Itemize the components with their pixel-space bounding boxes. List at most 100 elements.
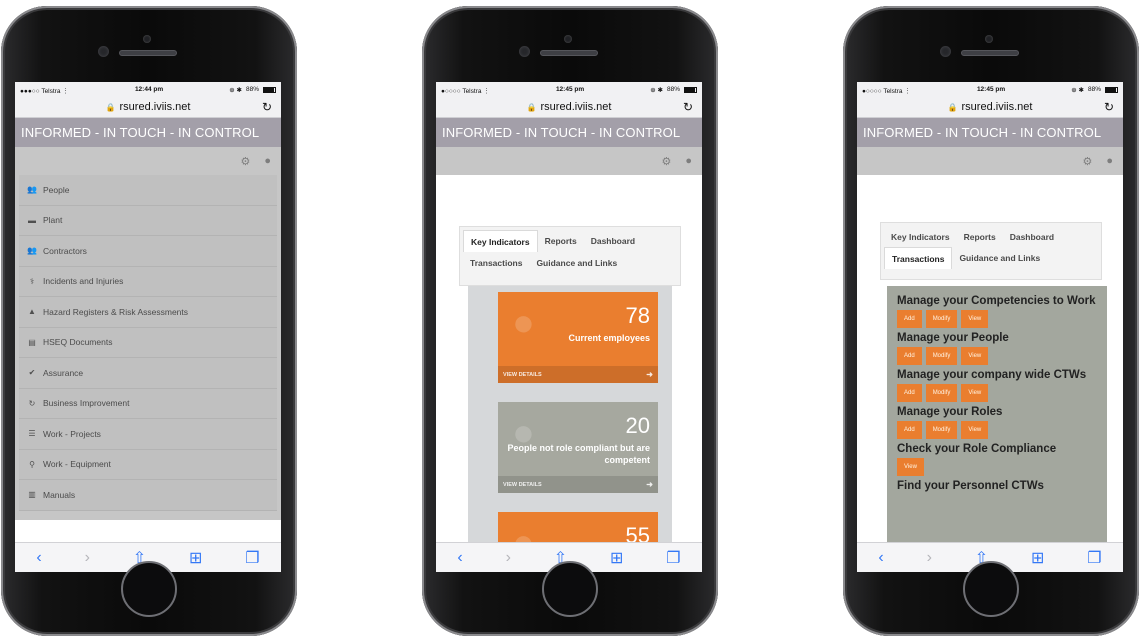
transaction-title: Manage your Competencies to Work xyxy=(897,295,1096,307)
transaction-title: Find your Personnel CTWs xyxy=(897,480,1044,492)
tab-transactions[interactable]: Transactions xyxy=(463,252,529,273)
tab-reports[interactable]: Reports xyxy=(957,226,1003,247)
menu-item[interactable]: 👥 People xyxy=(19,175,277,206)
menu-item-label: Hazard Registers & Risk Assessments xyxy=(43,306,189,317)
add-button[interactable]: Add xyxy=(897,421,922,439)
menu-item[interactable]: ▥ Manuals xyxy=(19,480,277,511)
menu-item[interactable]: ▬ Plant xyxy=(19,205,277,236)
battery-icon xyxy=(263,86,276,93)
app-banner: INFORMED - IN TOUCH - IN CONTROL xyxy=(15,118,281,147)
clock: 12:45 pm xyxy=(976,86,1006,93)
battery-icon xyxy=(684,86,697,93)
tab-reports[interactable]: Reports xyxy=(538,230,584,252)
bookmarks-icon[interactable]: ⊞ xyxy=(1031,548,1044,568)
tab-transactions[interactable]: Transactions xyxy=(884,247,953,269)
settings-icon[interactable]: ⚙ xyxy=(1082,155,1092,168)
bluetooth-icon: ⊕ ✱ xyxy=(650,86,663,94)
kpi-card[interactable]: ● 78 Current employees VIEW DETAILS ➜ xyxy=(498,292,658,383)
lock-icon: 🔒 xyxy=(526,102,537,112)
kpi-card[interactable]: ● 20 People not role compliant but are com… xyxy=(498,402,658,493)
tab-dashboard[interactable]: Dashboard xyxy=(1003,226,1061,247)
status-right: ⊕ ✱ 88% xyxy=(1071,86,1118,94)
user-icon[interactable]: ● xyxy=(1106,155,1113,167)
tabs-icon[interactable]: ❐ xyxy=(245,548,259,568)
menu-item-label: Plant xyxy=(43,215,63,226)
refresh-icon: ↻ xyxy=(28,398,36,408)
user-icon[interactable]: ● xyxy=(264,155,271,167)
forward-icon[interactable]: › xyxy=(506,549,511,567)
transaction-actions: Add Modify View xyxy=(897,384,1104,402)
reload-icon[interactable]: ↻ xyxy=(1104,100,1114,114)
main-menu: 👥 People ▬ Plant 👥 Contractors ⚕ Incidents and … xyxy=(15,175,281,520)
home-button[interactable] xyxy=(963,561,1019,617)
add-button[interactable]: Add xyxy=(897,347,922,365)
tab-dashboard[interactable]: Dashboard xyxy=(584,230,642,252)
tab-row-1: Key Indicators Reports Dashboard xyxy=(463,230,680,252)
settings-icon[interactable]: ⚙ xyxy=(661,155,671,168)
transaction-actions: Add Modify View xyxy=(897,347,1104,365)
view-details-link[interactable]: VIEW DETAILS ➜ xyxy=(498,366,658,383)
modify-button[interactable]: Modify xyxy=(925,310,958,328)
modify-button[interactable]: Modify xyxy=(925,347,958,365)
address-bar[interactable]: 🔒 rsured.iviis.net ↻ xyxy=(15,97,281,118)
tabs-icon[interactable]: ❐ xyxy=(1087,548,1101,568)
user-icon[interactable]: ● xyxy=(685,155,692,167)
tab-row-2: Transactions Guidance and Links xyxy=(884,247,1101,269)
bookmarks-icon[interactable]: ⊞ xyxy=(610,548,623,568)
view-button[interactable]: View xyxy=(897,458,924,476)
key-indicators-panel: ● 78 Current employees VIEW DETAILS ➜ ● 20 Peop… xyxy=(468,286,672,572)
menu-item[interactable]: ⚕ Incidents and Injuries xyxy=(19,266,277,297)
status-bar: ●○○○○ Telstra ︙ 12:45 pm ⊕ ✱ 88% xyxy=(436,82,702,97)
tab-key-indicators[interactable]: Key Indicators xyxy=(463,230,538,252)
address-bar[interactable]: 🔒 rsured.iviis.net ↻ xyxy=(436,97,702,118)
tab-guidance-and-links[interactable]: Guidance and Links xyxy=(529,252,624,273)
earpiece-speaker xyxy=(961,50,1019,56)
tab-row-2: Transactions Guidance and Links xyxy=(463,252,680,273)
view-button[interactable]: View xyxy=(961,384,989,402)
modify-button[interactable]: Modify xyxy=(925,421,958,439)
home-button[interactable] xyxy=(542,561,598,617)
add-button[interactable]: Add xyxy=(897,310,922,328)
battery-icon xyxy=(1105,86,1118,93)
lock-icon: 🔒 xyxy=(947,102,958,112)
back-icon[interactable]: ‹ xyxy=(878,549,883,567)
bookmarks-icon[interactable]: ⊞ xyxy=(189,548,202,568)
modify-button[interactable]: Modify xyxy=(925,384,958,402)
reload-icon[interactable]: ↻ xyxy=(683,100,693,114)
view-button[interactable]: View xyxy=(961,421,989,439)
address-bar[interactable]: 🔒 rsured.iviis.net ↻ xyxy=(857,97,1123,118)
add-button[interactable]: Add xyxy=(897,384,922,402)
kpi-label: People not role compliant but are compet… xyxy=(507,443,650,465)
status-bar: ●●●○○ Telstra ︙ 12:44 pm ⊕ ✱ 88% xyxy=(15,82,281,97)
menu-item[interactable]: ☰ Work - Projects xyxy=(19,419,277,450)
settings-icon[interactable]: ⚙ xyxy=(240,155,250,168)
menu-item[interactable]: ↻ Business Improvement xyxy=(19,388,277,419)
tab-key-indicators[interactable]: Key Indicators xyxy=(884,226,957,247)
menu-item[interactable]: ✔ Assurance xyxy=(19,358,277,389)
menu-item-label: Work - Equipment xyxy=(43,459,111,470)
menu-item[interactable]: ⚲ Work - Equipment xyxy=(19,449,277,480)
view-button[interactable]: View xyxy=(961,347,989,365)
battery-percent: 88% xyxy=(245,86,259,93)
tab-guidance-and-links[interactable]: Guidance and Links xyxy=(952,247,1047,269)
back-icon[interactable]: ‹ xyxy=(36,549,41,567)
menu-item[interactable]: ▤ HSEQ Documents xyxy=(19,327,277,358)
reload-icon[interactable]: ↻ xyxy=(262,100,272,114)
back-icon[interactable]: ‹ xyxy=(457,549,462,567)
menu-item-label: Work - Projects xyxy=(43,428,101,439)
view-details-link[interactable]: VIEW DETAILS ➜ xyxy=(498,476,658,493)
forward-icon[interactable]: › xyxy=(85,549,90,567)
status-right: ⊕ ✱ 88% xyxy=(650,86,697,94)
earpiece-speaker xyxy=(540,50,598,56)
menu-item[interactable]: ▲ Hazard Registers & Risk Assessments xyxy=(19,297,277,328)
screen: ●●●○○ Telstra ︙ 12:44 pm ⊕ ✱ 88% 🔒 rsure… xyxy=(15,82,281,572)
clock: 12:44 pm xyxy=(134,86,164,93)
forward-icon[interactable]: › xyxy=(927,549,932,567)
tabs-icon[interactable]: ❐ xyxy=(666,548,680,568)
menu-item[interactable]: 👥 Contractors xyxy=(19,236,277,267)
contractors-icon: 👥 xyxy=(27,246,37,256)
view-button[interactable]: View xyxy=(961,310,989,328)
sensor xyxy=(940,46,951,57)
menu-item-label: Business Improvement xyxy=(43,398,130,409)
home-button[interactable] xyxy=(121,561,177,617)
